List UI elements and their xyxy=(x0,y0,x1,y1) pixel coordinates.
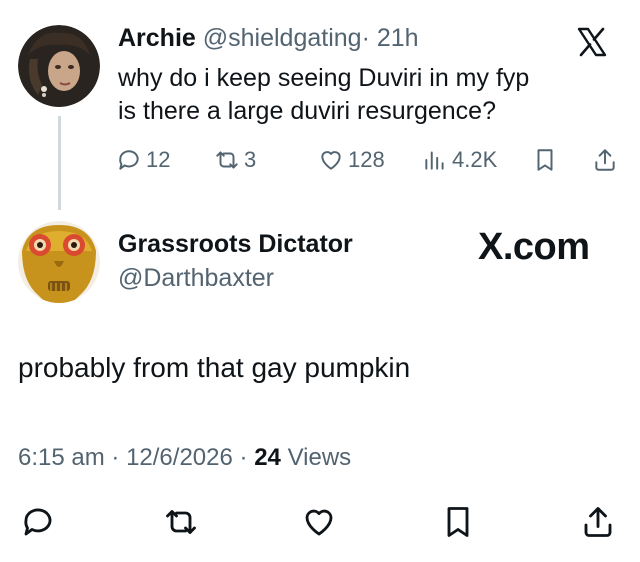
reply-tweet-text: probably from that gay pumpkin xyxy=(18,352,411,383)
heart-icon xyxy=(321,151,341,170)
reply-date[interactable]: 12/6/2026 xyxy=(126,444,233,471)
share-icon xyxy=(595,149,615,171)
reply-timestamp-row: 6:15 am · 12/6/2026 · 24 Views xyxy=(18,444,351,472)
meta-separator: · xyxy=(111,444,120,471)
reply-views-count: 24 xyxy=(254,444,281,471)
meta-separator: · xyxy=(239,444,248,471)
bookmark-icon xyxy=(537,149,553,171)
reply-icon xyxy=(119,150,139,170)
like-count: 128 xyxy=(348,147,385,172)
views-action[interactable]: 4.2K xyxy=(422,147,497,173)
reply-icon xyxy=(24,508,52,536)
author-name[interactable]: Archie xyxy=(118,24,196,52)
reply-button[interactable] xyxy=(20,504,56,540)
avatar-archie[interactable] xyxy=(18,25,100,107)
reply-author-handle[interactable]: @Darthbaxter xyxy=(118,264,274,293)
like-action[interactable]: 128 xyxy=(318,147,385,173)
share-button[interactable] xyxy=(580,504,616,540)
thread-connector-line xyxy=(58,116,61,210)
reply-views-label: Views xyxy=(287,444,352,471)
repost-count: 3 xyxy=(244,147,257,172)
share-icon xyxy=(584,507,612,537)
parent-tweet-text: why do i keep seeing Duviri in my fyp is… xyxy=(118,62,618,128)
parent-tweet-line-1: why do i keep seeing Duviri in my fyp xyxy=(118,64,530,92)
avatar-grassroots-dictator[interactable] xyxy=(18,221,100,303)
views-count: 4.2K xyxy=(452,147,498,172)
share-action[interactable] xyxy=(592,147,622,173)
header-separator: · xyxy=(361,24,370,52)
repost-action[interactable]: 3 xyxy=(214,147,256,173)
reply-count: 12 xyxy=(146,147,171,172)
bookmark-icon xyxy=(447,507,469,537)
author-handle[interactable]: @shieldgating xyxy=(203,24,362,52)
x-logo-icon xyxy=(577,27,607,57)
heart-icon xyxy=(305,509,333,536)
repost-button[interactable] xyxy=(163,504,199,540)
like-button[interactable] xyxy=(301,504,337,540)
bookmark-button[interactable] xyxy=(440,504,476,540)
views-bar-chart-icon xyxy=(425,151,444,170)
x-com-watermark: X.com xyxy=(478,226,590,268)
parent-tweet-header: Archie @shieldgating· 21h xyxy=(118,24,419,53)
reply-author-name[interactable]: Grassroots Dictator xyxy=(118,230,353,259)
repost-icon xyxy=(216,151,238,169)
parent-tweet-line-2: is there a large duviri resurgence? xyxy=(118,97,496,125)
bookmark-action[interactable] xyxy=(532,147,562,173)
reply-action[interactable]: 12 xyxy=(116,147,170,173)
repost-icon xyxy=(166,510,196,534)
reply-time[interactable]: 6:15 am xyxy=(18,444,105,471)
tweet-time[interactable]: 21h xyxy=(377,24,419,52)
